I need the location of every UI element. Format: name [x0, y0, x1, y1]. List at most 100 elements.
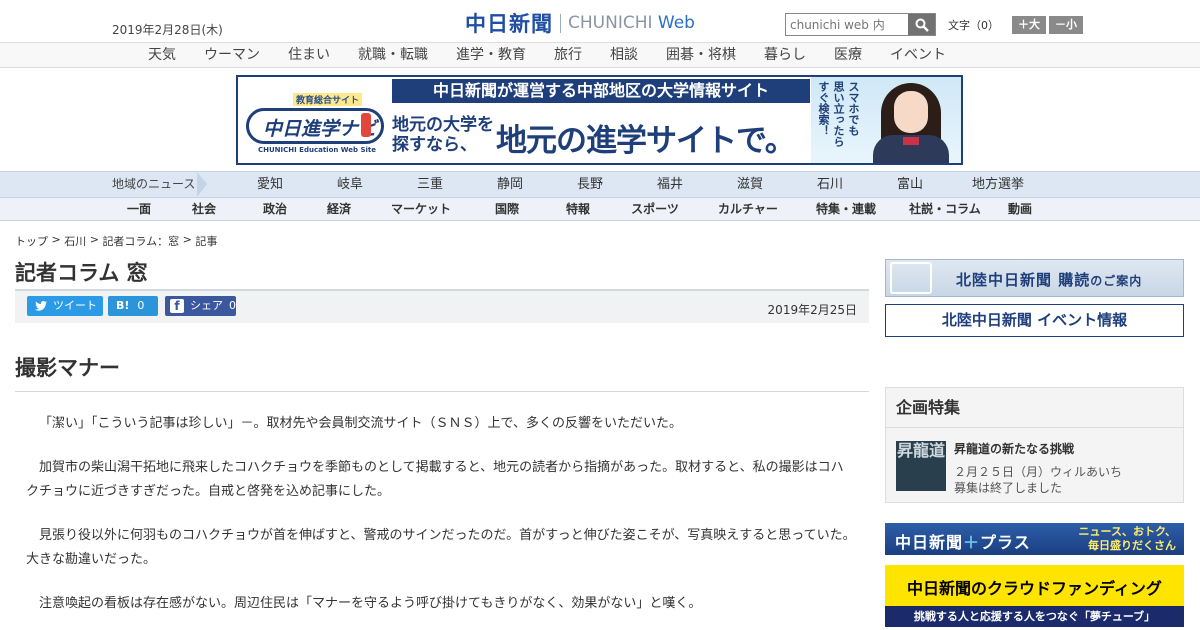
section-nav-item[interactable]: 一面	[110, 198, 168, 221]
section-nav-item[interactable]: 社説・コラム	[890, 198, 1000, 221]
region-nav-item[interactable]: 長野	[550, 172, 630, 197]
search-input[interactable]	[786, 14, 908, 35]
search-button[interactable]	[908, 14, 935, 35]
region-nav-item[interactable]: 愛知	[230, 172, 310, 197]
subscription-banner[interactable]: 北陸中日新聞 購読のご案内	[885, 259, 1184, 297]
breadcrumb-separator: >	[48, 233, 65, 246]
column-title: 記者コラム 窓	[15, 261, 148, 285]
category-nav-item[interactable]: 就職・転職	[358, 43, 428, 67]
breadcrumb-separator: >	[179, 233, 196, 246]
category-nav-item[interactable]: 天気	[148, 43, 176, 67]
subscription-text-sub: のご案内	[1090, 274, 1143, 288]
header: 2019年2月28日(木) 中日新聞 CHUNICHI Web 文字（0） ＋大…	[0, 0, 1200, 42]
share-bar: ツイート B! 0 f シェア 0 2019年2月25日	[15, 289, 869, 323]
banner-logo-caption: 教育総合サイト	[293, 93, 363, 106]
facebook-share-label: シェア	[190, 299, 223, 312]
publish-date: 2019年2月25日	[767, 303, 857, 317]
banner-photo: スマホでも 思い立ったら すぐ検索！	[811, 77, 961, 163]
region-nav-item[interactable]: 滋賀	[710, 172, 790, 197]
plus-banner-title: 中日新聞＋プラス	[895, 529, 1031, 553]
hatena-count: 0	[137, 299, 145, 312]
banner-big-text: 地元の進学サイトで。	[496, 123, 796, 159]
category-nav-item[interactable]: イベント	[890, 43, 946, 67]
site-logo[interactable]: 中日新聞 CHUNICHI Web	[465, 8, 695, 38]
category-nav-item[interactable]: 住まい	[288, 43, 330, 67]
crowdfunding-tagline: 挑戦する人と応援する人をつなぐ「夢チューブ」	[885, 606, 1184, 627]
region-nav-item[interactable]: 三重	[390, 172, 470, 197]
logo-english-a: CHUNICHI	[568, 13, 653, 33]
breadcrumb-separator: >	[86, 233, 103, 246]
category-nav: 天気 ウーマン 住まい 就職・転職 進学・教育 旅行 相談 囲碁・将棋 暮らし …	[0, 42, 1200, 68]
plus-banner-tagline: ニュース、おトク、 毎日盛りだくさん	[1079, 525, 1176, 553]
special-feature-thumbnail[interactable]: 昇龍道	[896, 441, 946, 491]
plus-banner-title-b: プラス	[980, 533, 1031, 552]
section-nav-item[interactable]: 国際	[474, 198, 540, 221]
category-nav-item[interactable]: 旅行	[554, 43, 582, 67]
chunichi-plus-banner[interactable]: 中日新聞＋プラス ニュース、おトク、 毎日盛りだくさん	[885, 523, 1184, 555]
breadcrumb-link[interactable]: 記者コラム：窓	[102, 233, 179, 249]
breadcrumb-link[interactable]: 石川	[64, 233, 86, 249]
section-nav-item[interactable]: スポーツ	[616, 198, 694, 221]
plus-icon: ＋	[963, 533, 981, 552]
banner-logo-name: 中日進学ナビ	[263, 118, 378, 140]
section-nav-item[interactable]: 政治	[240, 198, 310, 221]
plus-banner-title-a: 中日新聞	[895, 533, 964, 552]
region-nav-item[interactable]: 富山	[870, 172, 950, 197]
region-nav-item[interactable]: 石川	[790, 172, 870, 197]
hatena-icon: B!	[116, 299, 130, 312]
section-nav-item[interactable]: 特集・連載	[802, 198, 890, 221]
section-nav-item[interactable]: 経済	[310, 198, 368, 221]
plus-banner-tagline-line: ニュース、おトク、	[1078, 525, 1176, 538]
facebook-icon: f	[170, 299, 184, 313]
banner-vertical-line: 思い立ったら	[832, 81, 845, 147]
category-nav-item[interactable]: 進学・教育	[456, 43, 526, 67]
section-nav-item[interactable]: カルチャー	[694, 198, 802, 221]
special-feature-title[interactable]: 昇龍道の新たなる挑戦	[954, 440, 1074, 457]
search-icon	[915, 18, 929, 32]
article-paragraph: 加賀市の柴山潟干拓地に飛来したコハクチョウを季節ものとして掲載すると、地元の読者…	[26, 460, 844, 499]
section-nav-item[interactable]: マーケット	[368, 198, 474, 221]
article-paragraph: 注意喚起の看板は存在感がない。周辺住民は「マナーを守るよう呼び掛けてもきりがなく…	[39, 596, 702, 611]
section-nav-item[interactable]: 動画	[1000, 198, 1040, 221]
region-nav-item[interactable]: 岐阜	[310, 172, 390, 197]
current-date: 2019年2月28日(木)	[112, 23, 223, 37]
hatena-bookmark-button[interactable]: B! 0	[108, 296, 158, 316]
breadcrumb-current: 記事	[195, 235, 218, 248]
tweet-button[interactable]: ツイート	[27, 296, 103, 316]
logo-separator	[560, 13, 561, 33]
facebook-share-count: 0	[229, 299, 236, 312]
region-nav-item[interactable]: 地方選挙	[950, 172, 1046, 197]
region-nav-item[interactable]: 福井	[630, 172, 710, 197]
education-site-banner[interactable]: 教育総合サイト 中日進学ナビ CHUNICHI Education Web Si…	[236, 75, 963, 165]
search-box	[785, 13, 936, 36]
category-nav-item[interactable]: 医療	[834, 43, 862, 67]
twitter-icon	[35, 301, 47, 311]
font-size-control: 文字（0） ＋大 －小	[948, 16, 1083, 34]
article-paragraph: 「潔い」「こういう記事は珍しい」－。取材先や会員制交流サイト（ＳＮＳ）上で、多く…	[39, 416, 682, 431]
font-size-up-button[interactable]: ＋大	[1012, 16, 1046, 34]
crowdfunding-banner[interactable]: 中日新聞のクラウドファンディング 挑戦する人と応援する人をつなぐ「夢チューブ」	[885, 565, 1184, 627]
category-nav-item[interactable]: 暮らし	[764, 43, 806, 67]
logo-english-b: Web	[657, 13, 695, 33]
region-nav-item[interactable]: 静岡	[470, 172, 550, 197]
banner-vertical-copy: スマホでも 思い立ったら すぐ検索！	[817, 81, 860, 147]
section-nav-item[interactable]: 社会	[168, 198, 240, 221]
banner-small-line: 探すなら、	[392, 135, 477, 155]
category-nav-item[interactable]: 囲碁・将棋	[666, 43, 736, 67]
section-nav-item[interactable]: 特報	[540, 198, 616, 221]
facebook-share-button[interactable]: f シェア 0	[165, 296, 236, 316]
special-feature-note: 募集は終了しました	[954, 481, 1063, 495]
special-feature-heading: 企画特集	[886, 388, 1183, 428]
breadcrumb: トップ > 石川 > 記者コラム：窓 > 記事	[15, 233, 217, 249]
font-size-down-button[interactable]: －小	[1049, 16, 1083, 34]
event-info-banner[interactable]: 北陸中日新聞 イベント情報	[885, 304, 1184, 337]
breadcrumb-link[interactable]: トップ	[15, 233, 48, 249]
logo-english: CHUNICHI Web	[568, 13, 695, 33]
category-nav-item[interactable]: 相談	[610, 43, 638, 67]
banner-small-text: 地元の大学を 探すなら、	[392, 115, 494, 155]
crowdfunding-title: 中日新聞のクラウドファンディング	[907, 579, 1162, 598]
category-nav-item[interactable]: ウーマン	[204, 43, 260, 67]
newspaper-icon	[890, 262, 932, 294]
banner-logo-pill: 中日進学ナビ	[246, 108, 384, 144]
plus-banner-tagline-line: 毎日盛りだくさん	[1088, 539, 1176, 552]
